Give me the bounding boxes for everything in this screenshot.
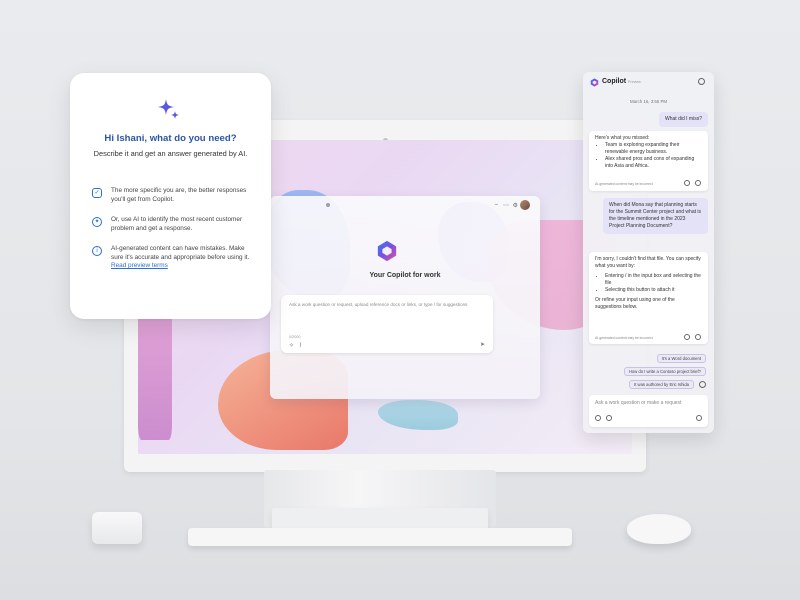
minimize-icon[interactable]: – bbox=[495, 202, 498, 208]
greeting-subtitle: Describe it and get an answer generated … bbox=[93, 149, 248, 158]
surface-dial bbox=[92, 512, 142, 544]
thumbs-up-icon[interactable] bbox=[684, 334, 690, 340]
more-icon[interactable]: ⋯ bbox=[503, 202, 509, 209]
user-message: When did Mona say that planning starts f… bbox=[603, 198, 708, 234]
input-placeholder: Ask a work question or make a request bbox=[595, 400, 682, 406]
attach-icon[interactable] bbox=[606, 415, 612, 421]
thumbs-down-icon[interactable] bbox=[695, 334, 701, 340]
chat-sparkle-icon: ✦ bbox=[92, 217, 102, 227]
tip-text: Or, use AI to identify the most recent c… bbox=[111, 216, 243, 232]
input-placeholder: Ask a work question or request, upload r… bbox=[289, 302, 468, 307]
message-intro: Here's what you missed: bbox=[595, 135, 650, 141]
settings-icon[interactable]: ⚙ bbox=[513, 202, 518, 209]
attach-icon[interactable]: ⌇ bbox=[299, 343, 302, 349]
panel-title: Copilot bbox=[602, 78, 627, 85]
welcome-card: Hi Ishani, what do you need? Describe it… bbox=[70, 73, 271, 319]
sparkle-prompt-icon[interactable]: ✧ bbox=[289, 343, 294, 349]
suggestion-chip[interactable]: It was authored by Eric Ishida bbox=[629, 380, 694, 389]
copilot-logo-icon bbox=[377, 240, 397, 262]
shield-check-icon: ✓ bbox=[92, 188, 102, 198]
send-icon[interactable] bbox=[696, 415, 702, 421]
chat-input[interactable]: Ask a work question or make a request bbox=[589, 395, 708, 427]
copilot-sidebar: Copilot Preview March 16, 3:56 PM What d… bbox=[583, 72, 714, 433]
send-icon[interactable]: ➤ bbox=[480, 342, 485, 348]
app-titlebar: – ⋯ ⚙ bbox=[270, 196, 540, 214]
preview-badge: Preview bbox=[628, 80, 641, 84]
work-question-input[interactable]: Ask a work question or request, upload r… bbox=[281, 295, 493, 353]
tip-text: The more specific you are, the better re… bbox=[111, 187, 247, 203]
copilot-logo-icon bbox=[590, 78, 599, 87]
suggestion-chip[interactable]: How do I write a Contoso project brief? bbox=[623, 367, 706, 376]
message-text: What did I miss? bbox=[665, 116, 702, 122]
thumbs-up-icon[interactable] bbox=[684, 180, 690, 186]
refresh-suggestions-icon[interactable] bbox=[699, 381, 706, 388]
preview-terms-link[interactable]: Read preview terms bbox=[111, 262, 251, 271]
monitor-base bbox=[272, 508, 488, 530]
ai-disclaimer: AI-generated content may be incorrect bbox=[595, 182, 653, 186]
message-bullet: Selecting this button to attach it bbox=[605, 287, 702, 294]
message-bullet: Team is exploring expanding their renewa… bbox=[605, 142, 702, 156]
wallpaper-shape bbox=[378, 400, 458, 430]
suggestion-chip[interactable]: It's a Word document bbox=[656, 354, 706, 363]
greeting-title: Hi Ishani, what do you need? bbox=[104, 133, 237, 144]
message-text: When did Mona say that planning starts f… bbox=[609, 202, 701, 229]
copilot-app-window: – ⋯ ⚙ Your Copilot for work Ask a work q… bbox=[270, 196, 540, 399]
mouse bbox=[627, 514, 691, 544]
info-icon: i bbox=[92, 246, 102, 256]
tip-text-wrapper: AI-generated content can have mistakes. … bbox=[111, 245, 251, 271]
message-bullet: Alex shared pros and cons of expanding i… bbox=[605, 156, 702, 170]
app-title: Your Copilot for work bbox=[369, 272, 441, 279]
character-counter: 0/2000 bbox=[289, 335, 301, 339]
bot-message: I'm sorry, I couldn't find that file. Yo… bbox=[589, 252, 708, 344]
thumbs-down-icon[interactable] bbox=[695, 180, 701, 186]
keyboard bbox=[188, 528, 572, 546]
settings-icon[interactable] bbox=[698, 78, 705, 85]
user-message: What did I miss? bbox=[659, 112, 708, 127]
message-bullet: Entering / in the input box and selectin… bbox=[605, 273, 702, 287]
tip-text: AI-generated content can have mistakes. … bbox=[111, 245, 250, 261]
app-menu-icon[interactable] bbox=[326, 203, 330, 207]
avatar[interactable] bbox=[520, 200, 530, 210]
sparkle-prompt-icon[interactable] bbox=[595, 415, 601, 421]
chat-timestamp: March 16, 3:56 PM bbox=[629, 99, 668, 104]
message-intro: I'm sorry, I couldn't find that file. Yo… bbox=[595, 256, 701, 269]
bot-message: Here's what you missed: Team is explorin… bbox=[589, 131, 708, 191]
message-outro: Or refine your input using one of the su… bbox=[595, 297, 675, 310]
sparkle-icon bbox=[158, 99, 179, 119]
ai-disclaimer: AI-generated content may be incorrect bbox=[595, 336, 653, 340]
